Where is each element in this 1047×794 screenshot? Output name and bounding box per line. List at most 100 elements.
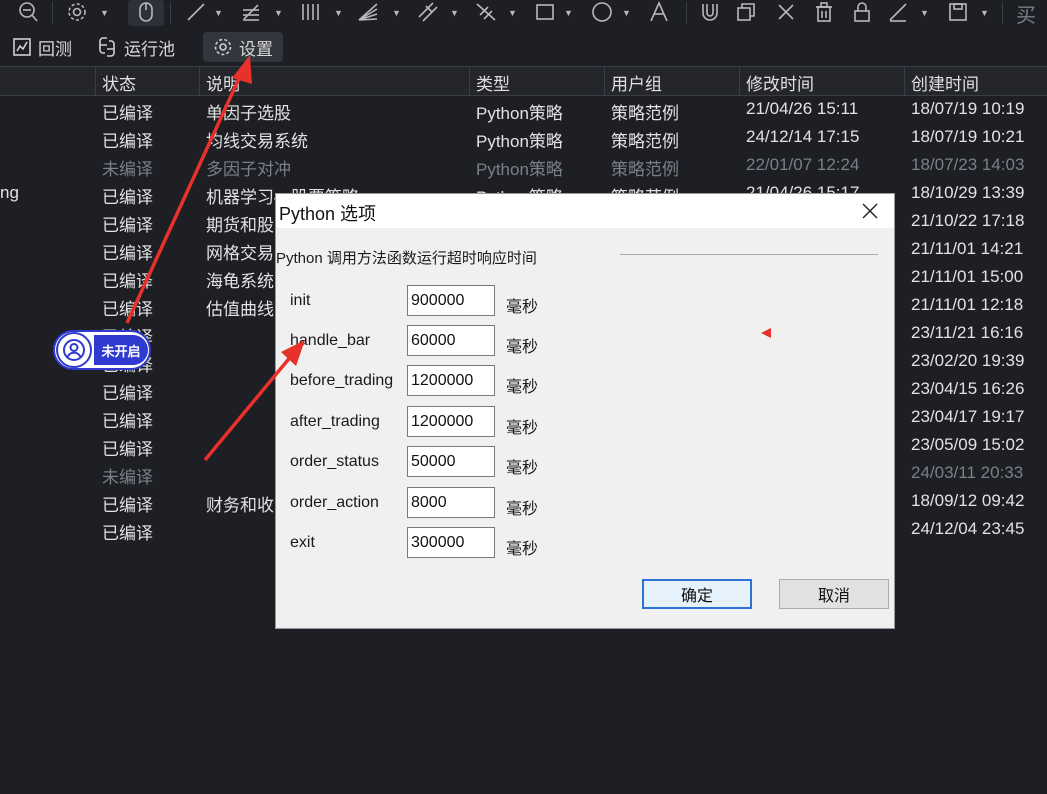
param-label-before-trading: before_trading: [290, 372, 394, 389]
cell-user-group: 策略范例: [611, 132, 679, 151]
cell-created-time: 23/02/20 19:39: [911, 351, 1025, 370]
cell-description: 均线交易系统: [206, 132, 308, 151]
toolbar-separator: [170, 2, 171, 24]
parallel-tool-icon[interactable]: [414, 0, 442, 24]
ellipse-tool-icon[interactable]: [588, 0, 616, 24]
column-divider[interactable]: [199, 67, 200, 95]
mouse-tool-button[interactable]: [128, 0, 164, 26]
tab-run-pool[interactable]: 运行池: [96, 32, 175, 62]
param-input-order-action[interactable]: [407, 487, 495, 518]
fib-tool-icon[interactable]: [238, 0, 264, 24]
gear-icon: [214, 38, 232, 56]
column-divider[interactable]: [904, 67, 905, 95]
text-tool-icon[interactable]: [646, 0, 672, 24]
zoom-out-icon[interactable]: [14, 0, 42, 24]
close-icon[interactable]: [772, 0, 800, 24]
tab-settings[interactable]: 设置: [203, 32, 283, 62]
chart-icon: [13, 38, 31, 56]
tab-label: 运行池: [124, 39, 175, 59]
param-unit: 毫秒: [506, 460, 539, 477]
header-status[interactable]: 状态: [102, 70, 136, 95]
channel-tool-icon[interactable]: [298, 0, 326, 24]
header-user-group[interactable]: 用户组: [611, 70, 662, 95]
cell-created-time: 23/04/15 16:26: [911, 379, 1025, 398]
header-modified-time[interactable]: 修改时间: [746, 70, 814, 95]
param-input-handle-bar[interactable]: [407, 325, 495, 356]
param-input-before-trading[interactable]: [407, 365, 495, 396]
column-divider[interactable]: [739, 67, 740, 95]
chevron-down-icon[interactable]: ▼: [980, 8, 989, 18]
cell-created-time: 18/10/29 13:39: [911, 183, 1025, 202]
save-icon[interactable]: [944, 0, 972, 24]
close-icon[interactable]: [860, 201, 880, 221]
cell-type: Python策略: [476, 132, 563, 151]
chevron-down-icon[interactable]: ▼: [392, 8, 401, 18]
param-label-order-action: order_action: [290, 494, 379, 511]
chevron-down-icon[interactable]: ▼: [334, 8, 343, 18]
chevron-down-icon[interactable]: ▼: [622, 8, 631, 18]
table-row[interactable]: 已编译 单因子选股 Python策略 策略范例 21/04/26 15:11 18/07/…: [0, 96, 1047, 124]
cancel-button[interactable]: 取消: [779, 579, 889, 609]
user-icon: [56, 332, 92, 368]
param-unit: 毫秒: [506, 501, 539, 518]
param-input-order-status[interactable]: [407, 446, 495, 477]
red-marker-icon: [761, 328, 771, 338]
table-row[interactable]: 已编译 均线交易系统 Python策略 策略范例 24/12/14 17:15 18/07…: [0, 124, 1047, 152]
tab-backtest[interactable]: 回测: [12, 32, 72, 62]
cell-type: Python策略: [476, 160, 563, 179]
header-type[interactable]: 类型: [476, 70, 510, 95]
cell-created-time: 23/04/17 19:17: [911, 407, 1025, 426]
cell-created-time: 23/05/09 15:02: [911, 435, 1025, 454]
param-unit: 毫秒: [506, 379, 539, 396]
cell-status: 未编译: [102, 468, 153, 487]
cell-status: 已编译: [102, 132, 153, 151]
magnet-icon[interactable]: [696, 0, 724, 24]
cell-created-time: 21/11/01 15:00: [911, 267, 1024, 286]
copy-icon[interactable]: [732, 0, 760, 24]
line-tool-icon[interactable]: [183, 0, 209, 24]
chevron-down-icon[interactable]: ▼: [450, 8, 459, 18]
param-label-init: init: [290, 292, 311, 309]
param-input-after-trading[interactable]: [407, 406, 495, 437]
column-divider[interactable]: [604, 67, 605, 95]
chevron-down-icon[interactable]: ▼: [508, 8, 517, 18]
cell-status: 已编译: [102, 272, 153, 291]
dialog-titlebar[interactable]: Python 选项: [276, 194, 894, 228]
python-options-dialog: Python 选项 Python 调用方法函数运行超时响应时间 init 毫秒 ha…: [275, 193, 895, 629]
cell-status: 已编译: [102, 440, 153, 459]
lock-icon[interactable]: [848, 0, 876, 24]
ok-button[interactable]: 确定: [642, 579, 752, 609]
fan-tool-icon[interactable]: [354, 0, 382, 24]
gear-icon[interactable]: [62, 0, 92, 24]
chevron-down-icon[interactable]: ▼: [214, 8, 223, 18]
header-description[interactable]: 说明: [206, 70, 240, 95]
param-input-init[interactable]: [407, 285, 495, 316]
chevron-down-icon[interactable]: ▼: [564, 8, 573, 18]
cell-description: 网格交易: [206, 244, 274, 263]
table-row[interactable]: 未编译 多因子对冲 Python策略 策略范例 22/01/07 12:24 18/07/…: [0, 152, 1047, 180]
param-input-exit[interactable]: [407, 527, 495, 558]
chevron-down-icon[interactable]: ▼: [920, 8, 929, 18]
cell-status: 已编译: [102, 244, 153, 263]
cell-status: 已编译: [102, 300, 153, 319]
param-unit: 毫秒: [506, 420, 539, 437]
python-icon: [99, 37, 115, 57]
rectangle-tool-icon[interactable]: [532, 0, 558, 24]
trash-icon[interactable]: [810, 0, 838, 24]
cell-status: 已编译: [102, 524, 153, 543]
chevron-down-icon[interactable]: ▼: [100, 8, 109, 18]
cell-type: Python策略: [476, 104, 563, 123]
cell-created-time: 23/11/21 16:16: [911, 323, 1024, 342]
cell-description: 估值曲线: [206, 300, 274, 319]
column-divider[interactable]: [469, 67, 470, 95]
cell-user-group: 策略范例: [611, 160, 679, 179]
cell-status: 已编译: [102, 188, 153, 207]
pen-icon[interactable]: [884, 0, 912, 24]
buy-button[interactable]: 买: [1016, 0, 1036, 28]
header-created-time[interactable]: 创建时间: [911, 70, 979, 95]
status-badge[interactable]: 未开启: [53, 330, 151, 370]
param-label-after-trading: after_trading: [290, 413, 380, 430]
column-divider[interactable]: [95, 67, 96, 95]
chevron-down-icon[interactable]: ▼: [274, 8, 283, 18]
cross-tool-icon[interactable]: [472, 0, 500, 24]
